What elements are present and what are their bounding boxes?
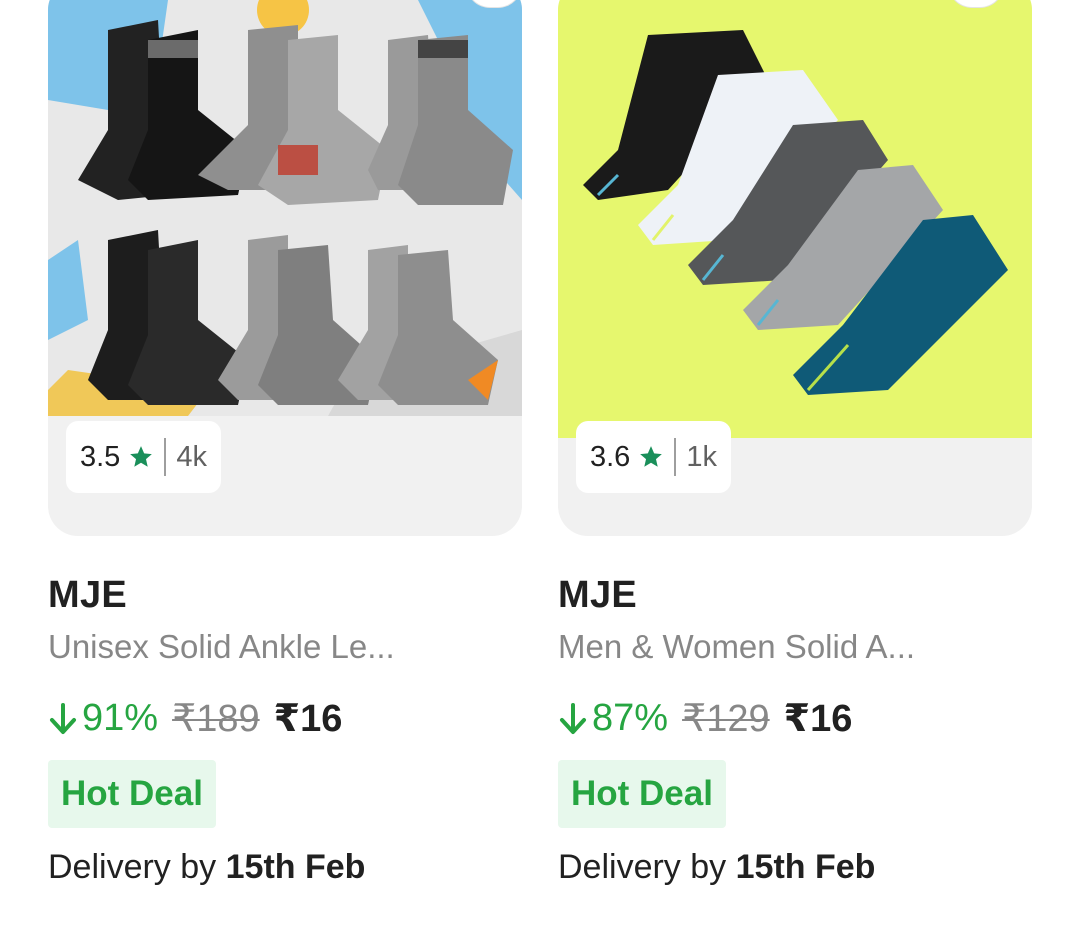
- product-title[interactable]: Unisex Solid Ankle Le...: [48, 628, 522, 666]
- mrp-price: ₹189: [172, 698, 260, 740]
- discount: 91%: [48, 697, 158, 740]
- arrow-down-icon: [558, 701, 588, 737]
- product-image-frame[interactable]: 3.5 4k: [48, 0, 522, 536]
- rating-count: 1k: [686, 440, 717, 473]
- rating-count: 4k: [176, 440, 207, 473]
- rating-value: 3.5: [80, 440, 121, 473]
- rating-badge: 3.5 4k: [66, 421, 221, 493]
- delivery-info: Delivery by 15th Feb: [558, 848, 875, 887]
- delivery-info: Delivery by 15th Feb: [48, 848, 365, 887]
- hot-deal-badge: Hot Deal: [48, 760, 216, 828]
- product-card[interactable]: 3.6 1k MJE Men & Women Solid A... 87% ₹1…: [558, 0, 1032, 928]
- rating-divider: [164, 438, 167, 476]
- product-brand: MJE: [558, 574, 638, 616]
- discount: 87%: [558, 697, 668, 740]
- delivery-date: 15th Feb: [225, 848, 366, 886]
- discount-percent: 91%: [82, 697, 159, 739]
- price-row: 87% ₹129 ₹16: [558, 696, 852, 741]
- star-icon: [638, 444, 664, 470]
- price-row: 91% ₹189 ₹16: [48, 696, 342, 741]
- rating-divider: [674, 438, 677, 476]
- discount-percent: 87%: [592, 697, 669, 739]
- hot-deal-badge: Hot Deal: [558, 760, 726, 828]
- delivery-date: 15th Feb: [735, 848, 876, 886]
- star-icon: [128, 444, 154, 470]
- selling-price: ₹16: [783, 698, 853, 740]
- delivery-prefix: Delivery by: [558, 848, 727, 886]
- product-image[interactable]: [558, 0, 1032, 438]
- arrow-down-icon: [48, 701, 78, 737]
- mrp-price: ₹129: [682, 698, 770, 740]
- selling-price: ₹16: [273, 698, 343, 740]
- rating-badge: 3.6 1k: [576, 421, 731, 493]
- product-brand: MJE: [48, 574, 128, 616]
- rating-value: 3.6: [590, 440, 631, 473]
- delivery-prefix: Delivery by: [48, 848, 217, 886]
- product-image[interactable]: [48, 0, 522, 416]
- product-image-frame[interactable]: 3.6 1k: [558, 0, 1032, 536]
- product-card[interactable]: 3.5 4k MJE Unisex Solid Ankle Le... 91% …: [48, 0, 522, 928]
- product-title[interactable]: Men & Women Solid A...: [558, 628, 1032, 666]
